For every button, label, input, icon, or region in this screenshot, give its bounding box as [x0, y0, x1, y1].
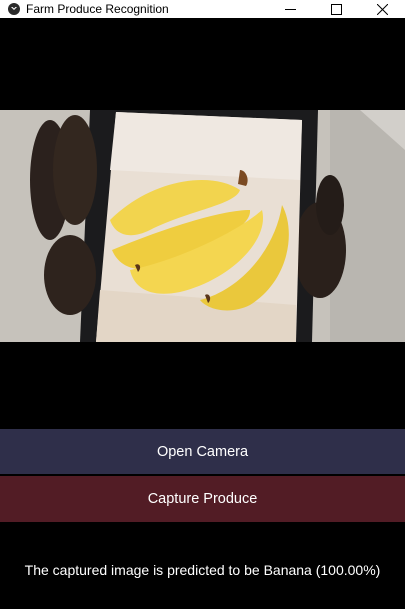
prediction-result-text: The captured image is predicted to be Ba…	[24, 562, 381, 578]
title-bar[interactable]: Farm Produce Recognition	[0, 0, 405, 18]
open-camera-button[interactable]: Open Camera	[0, 429, 405, 474]
minimize-icon	[284, 8, 296, 10]
window-title: Farm Produce Recognition	[26, 2, 169, 16]
maximize-button[interactable]	[313, 0, 359, 18]
minimize-button[interactable]	[267, 0, 313, 18]
close-icon	[376, 3, 388, 15]
close-button[interactable]	[359, 0, 405, 18]
kivy-logo-icon	[8, 3, 20, 15]
camera-preview	[0, 110, 405, 342]
window-controls	[267, 0, 405, 18]
capture-produce-button[interactable]: Capture Produce	[0, 476, 405, 522]
maximize-icon	[330, 3, 342, 15]
app-window: Farm Produce Recognition Open Camera Cap…	[0, 0, 405, 609]
camera-frame-image	[0, 110, 405, 342]
